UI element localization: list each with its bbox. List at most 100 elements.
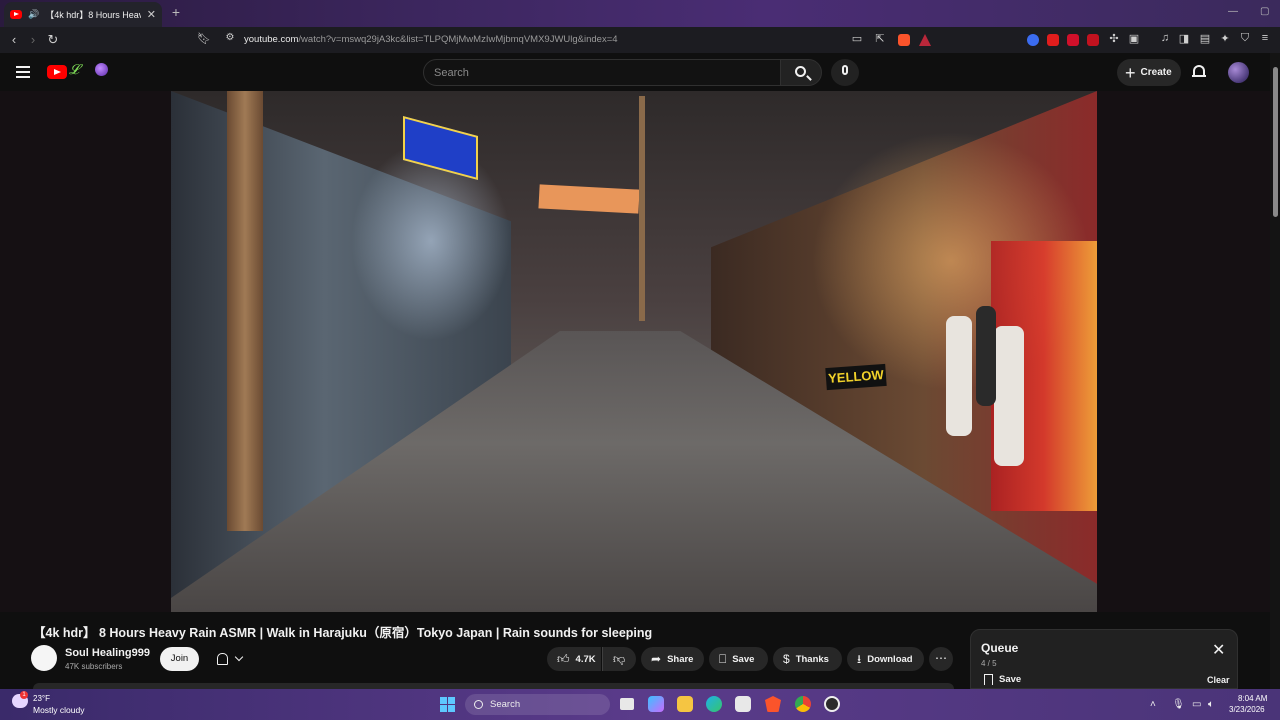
menu-icon[interactable]: ≡ bbox=[1257, 32, 1273, 44]
extension-youtube-icon[interactable] bbox=[1047, 34, 1059, 46]
edge-icon[interactable] bbox=[706, 696, 722, 712]
page-scrollbar[interactable] bbox=[1270, 53, 1280, 690]
clock-time[interactable]: 8:04 AM bbox=[1238, 694, 1267, 703]
windows-taskbar: 1 23°F Mostly cloudy Search ˄ 🎙︎ ▭ 🔈︎ 8:… bbox=[0, 689, 1280, 720]
reload-icon[interactable]: ↻ bbox=[45, 32, 61, 48]
download-button[interactable]: ⭳ Download bbox=[847, 647, 924, 671]
join-button[interactable]: Join bbox=[160, 647, 199, 671]
new-tab-button[interactable]: + bbox=[168, 5, 184, 21]
leo-ai-icon[interactable]: ✦ bbox=[1217, 32, 1233, 45]
taskbar-search[interactable]: Search bbox=[465, 694, 610, 715]
site-info-icon[interactable]: ⚙︎ bbox=[222, 32, 238, 43]
thanks-label: Thanks bbox=[795, 653, 829, 665]
audio-playing-icon[interactable]: 🔊 bbox=[28, 9, 39, 20]
show-hidden-icons-icon[interactable]: ˄ bbox=[1150, 699, 1156, 710]
wallet-icon[interactable]: ▤ bbox=[1197, 32, 1213, 45]
brave-shields-icon[interactable] bbox=[898, 34, 910, 46]
weather-temperature[interactable]: 23°F bbox=[33, 694, 50, 703]
search-icon bbox=[474, 700, 483, 709]
voice-search-button[interactable] bbox=[831, 59, 859, 86]
save-label: Save bbox=[732, 653, 755, 665]
share-button[interactable]: ➦ Share bbox=[641, 647, 704, 671]
queue-save-button[interactable]: Save bbox=[984, 674, 1021, 685]
create-button[interactable]: + Create bbox=[1117, 59, 1181, 86]
search-button[interactable] bbox=[780, 59, 822, 86]
video-player[interactable]: YELLOW bbox=[0, 91, 1270, 612]
youtube-favicon-icon bbox=[10, 10, 22, 19]
youtube-doodle-logo[interactable]: 𝓛 bbox=[69, 62, 109, 82]
queue-position: 4 / 5 bbox=[981, 659, 997, 668]
share-label: Share bbox=[667, 653, 694, 665]
task-view-icon[interactable] bbox=[620, 698, 634, 710]
microphone-icon bbox=[842, 65, 848, 75]
microphone-tray-icon[interactable]: 🎙︎ bbox=[1172, 699, 1185, 710]
chrome-icon[interactable] bbox=[795, 696, 811, 712]
subscription-notifications-button[interactable] bbox=[205, 647, 254, 671]
save-button[interactable]: ⎕ Save bbox=[709, 647, 768, 671]
share-arrow-icon: ➦ bbox=[651, 652, 662, 666]
notifications-bell-icon[interactable] bbox=[1192, 64, 1206, 80]
scroll-thumb[interactable] bbox=[1273, 67, 1278, 217]
forward-icon[interactable]: › bbox=[25, 32, 41, 47]
weather-condition[interactable]: Mostly cloudy bbox=[33, 705, 85, 715]
sidebar-toggle-icon[interactable]: ◨ bbox=[1176, 32, 1192, 45]
close-icon[interactable]: ✕ bbox=[1212, 643, 1225, 659]
back-icon[interactable]: ‹ bbox=[6, 32, 22, 47]
vpn-shield-icon[interactable]: ⛉ bbox=[1237, 32, 1253, 45]
bookmark-save-icon: ⎕ bbox=[719, 652, 727, 666]
dislike-button[interactable]: 👎︎ bbox=[602, 647, 636, 671]
utility-pole-image bbox=[227, 91, 263, 531]
youtube-logo-icon[interactable] bbox=[47, 65, 67, 79]
channel-avatar[interactable] bbox=[31, 645, 57, 671]
more-actions-icon[interactable]: ⋯ bbox=[929, 647, 953, 671]
channel-name[interactable]: Soul Healing999 bbox=[65, 647, 150, 659]
browser-tab-active[interactable]: 🔊 【4k hdr】8 Hours Heavy Rain ✕ bbox=[4, 2, 162, 27]
media-controls-icon[interactable]: ♫ bbox=[1157, 32, 1173, 44]
volume-icon[interactable]: 🔈︎ bbox=[1208, 699, 1214, 710]
extensions-puzzle-icon[interactable]: ✣ bbox=[1106, 32, 1122, 45]
queue-clear-button[interactable]: Clear bbox=[1207, 675, 1230, 685]
display-icon[interactable]: ▭ bbox=[1192, 699, 1201, 710]
thanks-button[interactable]: $ Thanks bbox=[773, 647, 842, 671]
address-bar[interactable]: 🔖︎ ⚙︎ youtube.com/watch?v=mswq29jA3kc&li… bbox=[196, 30, 942, 50]
copilot-icon[interactable] bbox=[648, 696, 664, 712]
browser-tab-strip: 🔊 【4k hdr】8 Hours Heavy Rain ✕ + — ▢ bbox=[0, 0, 1280, 27]
weather-alert-badge: 1 bbox=[20, 691, 28, 699]
video-frame[interactable]: YELLOW bbox=[171, 91, 1097, 612]
extension-red-icon[interactable] bbox=[1067, 34, 1079, 46]
tab-title: 【4k hdr】8 Hours Heavy Rain bbox=[45, 10, 141, 20]
like-button[interactable]: 👍︎ 4.7K bbox=[547, 647, 601, 671]
close-tab-icon[interactable]: ✕ bbox=[147, 8, 156, 21]
super-thanks-icon: $ bbox=[783, 652, 790, 666]
like-count: 4.7K bbox=[575, 653, 596, 665]
bookmark-icon bbox=[984, 674, 993, 685]
maximize-window-icon[interactable]: ▢ bbox=[1260, 6, 1269, 17]
windows-start-icon[interactable] bbox=[440, 697, 455, 712]
browser-toolbar: ‹ › ↻ 🔖︎ ⚙︎ youtube.com/watch?v=mswq29jA… bbox=[0, 27, 1280, 53]
cast-icon[interactable]: ▭ bbox=[849, 32, 865, 45]
yellow-store-sign: YELLOW bbox=[825, 363, 887, 391]
queue-title: Queue bbox=[981, 641, 1019, 655]
tab-search-icon[interactable]: ▣ bbox=[1126, 32, 1142, 45]
minimize-window-icon[interactable]: — bbox=[1228, 6, 1238, 17]
subscriber-count: 47K subscribers bbox=[65, 662, 123, 671]
search-placeholder: Search bbox=[434, 67, 469, 79]
taskbar-search-label: Search bbox=[490, 699, 521, 710]
thumbs-down-icon: 👎︎ bbox=[613, 652, 626, 666]
extension-blue-icon[interactable] bbox=[1027, 34, 1039, 46]
search-icon bbox=[795, 66, 806, 77]
bookmark-icon[interactable]: 🔖︎ bbox=[196, 32, 212, 45]
create-label: Create bbox=[1140, 67, 1172, 78]
brave-icon[interactable] bbox=[765, 696, 781, 712]
search-input[interactable]: Search bbox=[423, 59, 781, 86]
obs-icon[interactable] bbox=[824, 696, 840, 712]
account-avatar[interactable] bbox=[1228, 62, 1249, 83]
queue-save-label: Save bbox=[999, 674, 1022, 685]
url-text: youtube.com/watch?v=mswq29jA3kc&list=TLP… bbox=[244, 34, 618, 45]
clock-date[interactable]: 3/23/2026 bbox=[1229, 705, 1265, 714]
guide-menu-icon[interactable] bbox=[16, 66, 30, 78]
store-icon[interactable] bbox=[735, 696, 751, 712]
file-explorer-icon[interactable] bbox=[677, 696, 693, 712]
share-page-icon[interactable]: ⇱ bbox=[872, 32, 888, 45]
extension-red2-icon[interactable] bbox=[1087, 34, 1099, 46]
